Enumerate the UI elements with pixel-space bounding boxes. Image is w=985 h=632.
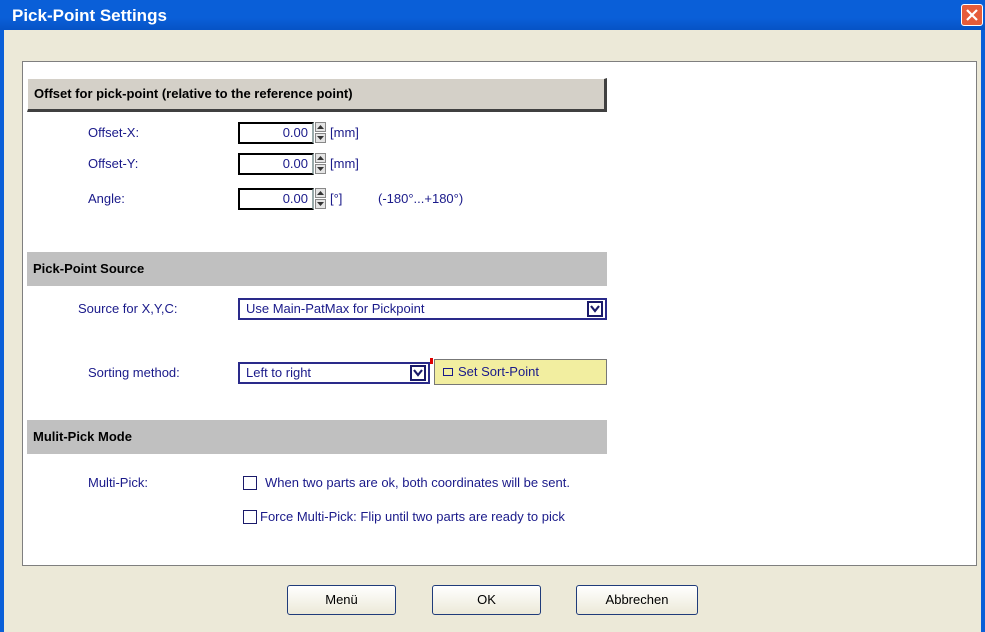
angle-spinner[interactable]: [315, 188, 326, 210]
menu-button[interactable]: Menü: [287, 585, 396, 615]
sorting-select[interactable]: Left to right: [238, 362, 430, 384]
close-icon: [966, 9, 978, 21]
offset-x-spinner[interactable]: [315, 122, 326, 144]
arrow-down-icon: [317, 202, 324, 206]
focus-marker: [430, 358, 433, 364]
offset-y-spinner[interactable]: [315, 153, 326, 175]
offset-x-down-button[interactable]: [315, 133, 326, 143]
offset-x-label: Offset-X:: [88, 125, 140, 140]
arrow-up-icon: [317, 125, 324, 129]
multi-pick-checkbox-2[interactable]: [243, 510, 257, 524]
offset-x-unit: [mm]: [330, 125, 359, 140]
angle-unit: [°]: [330, 191, 343, 206]
set-sort-point-button[interactable]: Set Sort-Point: [434, 359, 607, 385]
multi-pick-option-2: Force Multi-Pick: Flip until two parts a…: [260, 509, 565, 524]
source-select[interactable]: Use Main-PatMax for Pickpoint: [238, 298, 607, 320]
window-frame-right: [981, 30, 985, 632]
multi-pick-label: Multi-Pick:: [88, 475, 148, 490]
multipick-section-header: Mulit-Pick Mode: [27, 420, 607, 454]
source-select-value: Use Main-PatMax for Pickpoint: [246, 301, 425, 316]
angle-label: Angle:: [88, 191, 125, 206]
multi-pick-checkbox-1[interactable]: [243, 476, 257, 490]
source-label: Source for X,Y,C:: [78, 301, 178, 316]
title-bar: Pick-Point Settings: [0, 0, 985, 30]
offset-y-input[interactable]: 0.00: [238, 153, 314, 175]
arrow-up-icon: [317, 191, 324, 195]
chevron-down-icon: [413, 369, 423, 377]
angle-up-button[interactable]: [315, 188, 326, 198]
ok-button[interactable]: OK: [432, 585, 541, 615]
sorting-dropdown-button[interactable]: [410, 365, 426, 381]
angle-range: (-180°...+180°): [378, 191, 464, 206]
window-frame-left: [0, 30, 4, 632]
angle-down-button[interactable]: [315, 199, 326, 209]
chevron-down-icon: [590, 305, 600, 313]
multi-pick-option-1: When two parts are ok, both coordinates …: [265, 475, 570, 490]
source-section-header: Pick-Point Source: [27, 252, 607, 286]
sort-point-icon: [443, 367, 453, 376]
offset-x-up-button[interactable]: [315, 122, 326, 132]
offset-y-unit: [mm]: [330, 156, 359, 171]
arrow-down-icon: [317, 136, 324, 140]
offset-y-label: Offset-Y:: [88, 156, 139, 171]
angle-input[interactable]: 0.00: [238, 188, 314, 210]
window-title: Pick-Point Settings: [12, 6, 167, 25]
cancel-button[interactable]: Abbrechen: [576, 585, 698, 615]
offset-y-down-button[interactable]: [315, 164, 326, 174]
sorting-select-value: Left to right: [246, 365, 312, 380]
arrow-up-icon: [317, 156, 324, 160]
offset-section-header: Offset for pick-point (relative to the r…: [27, 78, 607, 112]
sorting-label: Sorting method:: [88, 365, 180, 380]
close-button[interactable]: [961, 4, 983, 26]
arrow-down-icon: [317, 167, 324, 171]
offset-y-up-button[interactable]: [315, 153, 326, 163]
source-dropdown-button[interactable]: [587, 301, 603, 317]
set-sort-point-label: Set Sort-Point: [458, 364, 539, 379]
offset-x-input[interactable]: 0.00: [238, 122, 314, 144]
